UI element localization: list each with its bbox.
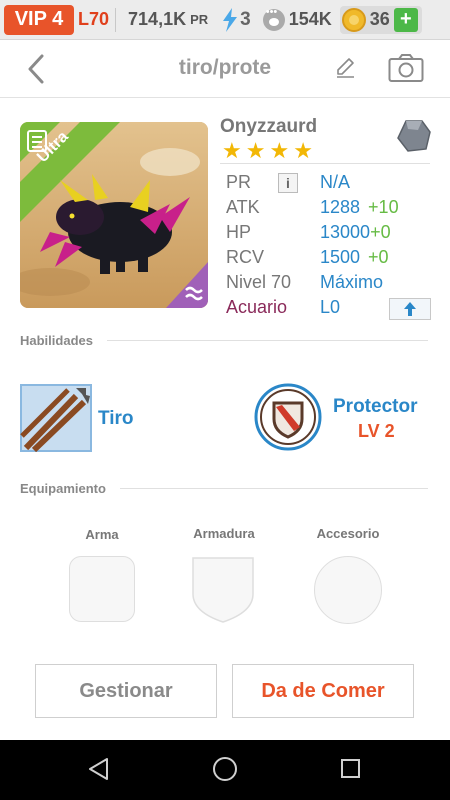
system-nav-bar: [0, 740, 450, 800]
stat-hp: HP 13000+0: [226, 222, 432, 247]
star-icon: ★: [269, 138, 290, 163]
pencil-icon[interactable]: [334, 56, 358, 80]
stat-number: 1288: [320, 197, 361, 217]
armor-slot[interactable]: [191, 556, 255, 624]
camera-icon[interactable]: [388, 53, 424, 83]
gold-value: 714,1K: [128, 9, 187, 29]
nav-recent-icon[interactable]: [341, 759, 360, 778]
coin-icon: [341, 7, 366, 32]
section-title: Equipamiento: [20, 481, 106, 496]
gem-value: 36: [369, 9, 390, 29]
stats-panel: PR i N/A ATK 1288 +10 HP 13000+0 RCV 1500…: [226, 172, 432, 322]
ability-name[interactable]: Tiro: [98, 408, 134, 430]
accessory-slot[interactable]: [314, 556, 382, 624]
equipment-section-header: Equipamiento: [20, 481, 428, 496]
section-title: Habilidades: [20, 333, 93, 348]
page-header: tiro/prote: [0, 40, 450, 98]
stat-label: RCV: [226, 247, 265, 267]
energy-value: 3: [240, 8, 251, 30]
stat-number: 13000: [320, 222, 371, 242]
stat-value: 13000+0: [320, 222, 391, 243]
stat-atk: ATK 1288 +10: [226, 197, 432, 222]
creature-name: Onyzzaurd: [220, 116, 318, 137]
ability-level: LV 2: [358, 421, 395, 441]
divider: [106, 340, 428, 341]
player-level: L70: [78, 9, 110, 29]
stat-value: Máximo: [320, 272, 384, 292]
stat-bonus: +0: [370, 222, 391, 242]
stat-bonus: +0: [368, 247, 389, 267]
feed-button[interactable]: Da de Comer: [232, 664, 414, 718]
food-counter[interactable]: 154K: [262, 6, 332, 31]
stat-level: Nivel 70 Máximo: [226, 272, 432, 297]
creature-portrait[interactable]: Ultra: [20, 122, 208, 308]
stat-pr: PR i N/A: [226, 172, 432, 197]
star-icon: ★: [293, 138, 313, 163]
gem-counter[interactable]: 36 +: [339, 5, 422, 34]
upgrade-button[interactable]: [389, 298, 431, 320]
manage-button[interactable]: Gestionar: [35, 664, 217, 718]
status-bar: VIP 4 L70 714,1K PR 3 154K 36 +: [0, 0, 450, 40]
stat-label: Acuario: [226, 297, 288, 317]
star-rating: ★ ★ ★ ★: [222, 140, 313, 162]
weapon-label: Arma: [85, 527, 119, 542]
stat-element-level: Acuario L0: [226, 297, 432, 322]
ability-name[interactable]: Protector: [333, 396, 417, 418]
star-icon: ★: [245, 138, 266, 163]
abilities-section-header: Habilidades: [20, 333, 428, 348]
nav-home-icon[interactable]: [213, 757, 237, 781]
page-title: tiro/prote: [178, 56, 272, 79]
stat-label: Nivel 70: [226, 272, 292, 292]
divider: [220, 163, 430, 164]
add-gems-button[interactable]: +: [393, 7, 418, 32]
energy-counter[interactable]: 3: [222, 7, 251, 32]
arrow-up-icon: [404, 302, 416, 316]
stat-label: PR: [226, 172, 252, 192]
vip-badge[interactable]: VIP 4: [4, 4, 74, 35]
stat-label: ATK: [226, 197, 260, 217]
arrows-icon[interactable]: [20, 384, 92, 452]
food-value: 154K: [288, 9, 332, 29]
lightning-icon: [223, 7, 238, 32]
stat-rcv: RCV 1500 +0: [226, 247, 432, 272]
stat-number: 1500: [320, 247, 361, 267]
armor-label: Armadura: [193, 526, 255, 541]
rock-element-icon[interactable]: [396, 118, 432, 154]
shield-icon[interactable]: [254, 383, 322, 451]
stat-bonus: +10: [368, 197, 399, 217]
stat-value: 1288 +10: [320, 197, 399, 218]
stat-label: HP: [226, 222, 252, 242]
info-icon[interactable]: i: [278, 173, 298, 193]
weapon-slot[interactable]: [69, 556, 135, 622]
star-icon: ★: [222, 138, 242, 163]
stat-value: N/A: [320, 172, 351, 192]
stat-value: L0: [320, 297, 341, 317]
divider: [119, 488, 428, 489]
divider: [115, 7, 117, 32]
gold-unit: PR: [190, 12, 209, 27]
stat-value: 1500 +0: [320, 247, 389, 268]
paw-icon: [262, 6, 285, 31]
accessory-label: Accesorio: [316, 526, 380, 541]
nav-back-icon[interactable]: [88, 757, 110, 781]
